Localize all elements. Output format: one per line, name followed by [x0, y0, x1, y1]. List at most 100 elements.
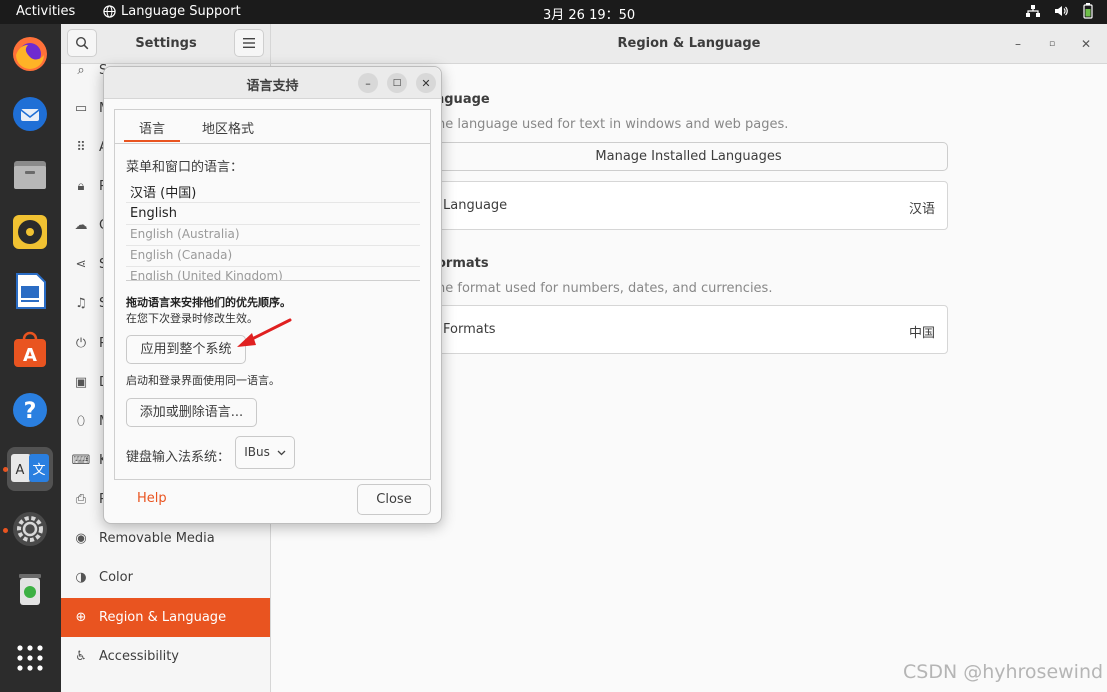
dialog-header: 语言支持 – □ ✕: [104, 67, 441, 99]
grid-icon: ⠿: [76, 140, 86, 155]
tab-regional-formats[interactable]: 地区格式: [202, 118, 254, 137]
language-section-desc: ne language used for text in windows and…: [437, 117, 789, 132]
help-icon[interactable]: ?: [9, 389, 51, 431]
share-icon: ⋖: [75, 257, 87, 272]
sidebar-item-removable-media[interactable]: ◉ Removable Media: [61, 519, 270, 558]
menu-button[interactable]: [234, 29, 264, 57]
app-name: Language Support: [121, 4, 241, 19]
keyboard-icon: ⌨: [71, 453, 91, 468]
formats-section-desc: ne format used for numbers, dates, and c…: [437, 281, 773, 296]
rhythmbox-icon[interactable]: [9, 211, 51, 253]
monitor-icon: ▭: [74, 101, 88, 116]
divider: [126, 224, 420, 225]
music-icon: ♫: [75, 296, 87, 311]
printer-icon: ⎙: [75, 492, 87, 507]
dialog-minimize-button[interactable]: –: [358, 73, 378, 93]
dialog-notebook: 语言 地区格式 菜单和窗口的语言： 汉语 (中国) English Englis…: [114, 109, 431, 480]
tab-divider: [115, 143, 430, 144]
chevron-down-icon: [277, 450, 286, 456]
list-item[interactable]: 汉语 (中国): [130, 182, 196, 201]
accessibility-icon: ♿︎: [75, 649, 87, 664]
svg-text:文: 文: [32, 463, 45, 478]
media-icon: ◉: [75, 531, 87, 546]
sidebar-item-color[interactable]: ◑ Color: [61, 558, 270, 597]
svg-text:A: A: [16, 463, 25, 478]
add-remove-languages-button[interactable]: 添加或删除语言...: [126, 398, 257, 427]
hamburger-icon: [243, 38, 255, 48]
divider: [126, 202, 420, 203]
cloud-icon: ☁: [74, 218, 88, 233]
dock: A ? A文: [0, 24, 61, 692]
tab-language[interactable]: 语言: [139, 118, 165, 137]
divider: [126, 245, 420, 246]
battery-icon: [1083, 3, 1093, 19]
watermark: CSDN @hyhrosewind: [903, 661, 1104, 683]
sidebar-item-region-language[interactable]: ⊕ Region & Language: [61, 598, 270, 637]
writer-icon[interactable]: [9, 270, 51, 312]
annotation-arrow: [237, 318, 292, 347]
software-icon[interactable]: A: [9, 329, 51, 371]
dialog-close-button[interactable]: ✕: [416, 73, 436, 93]
close-dialog-button[interactable]: Close: [357, 484, 431, 515]
sidebar-item-accessibility[interactable]: ♿︎ Accessibility: [61, 637, 270, 676]
list-item[interactable]: English (Australia): [130, 227, 240, 241]
language-section-title: nguage: [435, 92, 490, 107]
power-icon: ⏻: [75, 336, 87, 351]
list-bottom-border: [126, 280, 420, 281]
globe-icon: [103, 5, 116, 18]
manage-installed-languages-button[interactable]: Manage Installed Languages: [429, 142, 948, 171]
minimize-button[interactable]: –: [1008, 34, 1028, 54]
input-method-select[interactable]: IBus: [235, 436, 295, 469]
top-bar: Activities Language Support 3月 26 19：50: [0, 0, 1107, 24]
apply-system-wide-button[interactable]: 应用到整个系统: [126, 335, 246, 364]
main-header: Region & Language – ▫ ✕: [271, 24, 1107, 64]
activities-button[interactable]: Activities: [16, 4, 75, 19]
help-button[interactable]: Help: [137, 491, 167, 506]
system-tray[interactable]: [1026, 3, 1093, 19]
panel-title: Region & Language: [617, 36, 761, 51]
svg-text:?: ?: [24, 399, 37, 424]
language-support-dock-icon[interactable]: A文: [7, 447, 53, 491]
network-icon: [1026, 5, 1040, 17]
language-row-value: 汉语: [908, 202, 935, 217]
close-button[interactable]: ✕: [1076, 34, 1096, 54]
thunderbird-icon[interactable]: [9, 93, 51, 135]
list-item[interactable]: English: [130, 206, 177, 221]
same-language-hint: 启动和登录界面使用同一语言。: [126, 374, 280, 387]
svg-text:A: A: [23, 345, 37, 366]
drag-hint: 拖动语言来安排他们的优先顺序。: [126, 296, 291, 309]
divider: [126, 266, 420, 267]
input-method-value: IBus: [244, 445, 270, 459]
formats-row[interactable]: Formats 中国: [429, 305, 948, 354]
sidebar-header: Settings: [61, 24, 271, 64]
language-row[interactable]: Language 汉语: [429, 181, 948, 230]
formats-row-value: 中国: [908, 326, 935, 341]
lock-icon: 🔒︎: [77, 179, 85, 194]
volume-icon: [1055, 6, 1068, 16]
input-method-label: 键盘输入法系统：: [126, 450, 231, 465]
maximize-button[interactable]: ▫: [1042, 34, 1062, 54]
mouse-icon: ⬯: [76, 414, 86, 429]
language-row-label: Language: [443, 198, 508, 213]
dialog-maximize-button[interactable]: □: [387, 73, 407, 93]
search-icon: ⌕: [77, 64, 85, 78]
list-clip: English (United Kingdom): [126, 268, 420, 280]
display-icon: ▣: [74, 375, 88, 390]
app-menu[interactable]: Language Support: [103, 4, 241, 19]
show-apps-icon[interactable]: [9, 637, 51, 679]
running-indicator: [3, 528, 8, 533]
list-item[interactable]: English (United Kingdom): [130, 269, 283, 280]
clock[interactable]: 3月 26 19：50: [543, 4, 635, 23]
globe-icon: ⊕: [75, 610, 87, 625]
files-icon[interactable]: [9, 153, 51, 195]
settings-dock-icon[interactable]: [9, 508, 51, 550]
active-tab-indicator: [124, 140, 180, 142]
list-item[interactable]: English (Canada): [130, 248, 232, 262]
formats-row-label: Formats: [443, 322, 496, 337]
language-support-dialog: 语言支持 – □ ✕ 语言 地区格式 菜单和窗口的语言： 汉语 (中国) Eng…: [103, 66, 442, 524]
menu-language-label: 菜单和窗口的语言：: [126, 160, 244, 175]
firefox-icon[interactable]: [9, 33, 51, 75]
formats-section-title: ormats: [437, 256, 489, 271]
color-icon: ◑: [75, 570, 87, 585]
trash-icon[interactable]: [9, 568, 51, 610]
